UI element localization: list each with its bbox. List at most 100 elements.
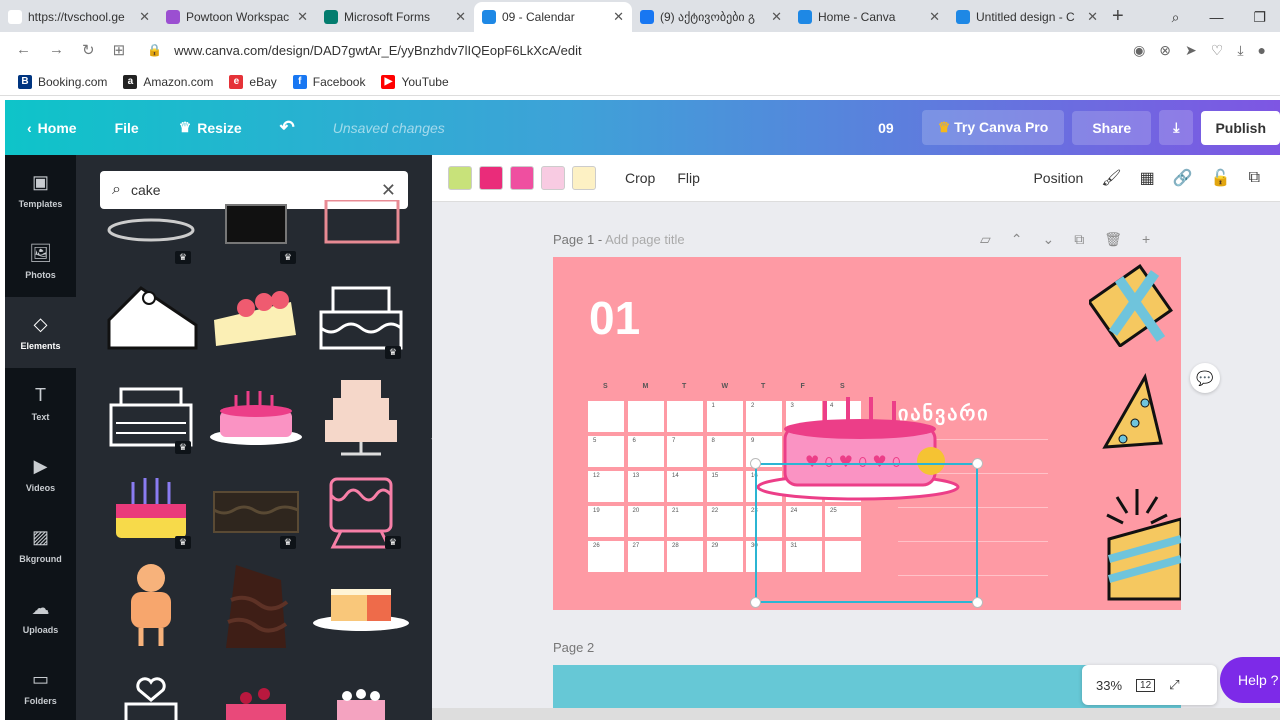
- fullscreen-icon[interactable]: ⤢: [1169, 677, 1179, 693]
- bookmark-item[interactable]: f Facebook: [292, 74, 365, 89]
- calendar-day-cell[interactable]: 1: [706, 401, 743, 432]
- link-icon[interactable]: 🔗: [1173, 168, 1193, 188]
- sidenav-item-bkground[interactable]: ▨ Bkground: [5, 510, 76, 581]
- close-tab-icon[interactable]: ✕: [771, 9, 782, 25]
- download-icon[interactable]: ⤓: [1237, 42, 1243, 59]
- send-icon[interactable]: ➤: [1185, 42, 1197, 59]
- note-icon[interactable]: ▱: [980, 231, 991, 248]
- calendar-day-cell[interactable]: 28: [667, 541, 703, 572]
- calendar-day-cell[interactable]: [627, 401, 664, 432]
- browser-tab[interactable]: Powtoon Workspac ✕: [158, 2, 316, 32]
- close-tab-icon[interactable]: ✕: [139, 9, 150, 25]
- resize-handle[interactable]: [750, 458, 761, 469]
- party-hat-element[interactable]: [1095, 363, 1165, 459]
- copy-page-icon[interactable]: ⧉: [1074, 231, 1084, 248]
- cake-element-strawberry-cheesecake[interactable]: [206, 275, 306, 365]
- sidenav-item-elements[interactable]: ◇ Elements: [5, 297, 76, 368]
- cake-element-hot-cocoa[interactable]: [311, 655, 411, 720]
- color-swatch[interactable]: [510, 166, 534, 190]
- lock-icon[interactable]: 🔒: [147, 43, 162, 57]
- share-button[interactable]: Share: [1072, 110, 1152, 145]
- calendar-day-cell[interactable]: 6: [627, 436, 664, 467]
- heart-icon[interactable]: ♡: [1211, 42, 1224, 59]
- forward-icon[interactable]: →: [49, 41, 64, 59]
- cake-element-heart-outline[interactable]: [101, 655, 201, 720]
- cake-element-candles[interactable]: ♛: [101, 465, 201, 555]
- file-menu-button[interactable]: File: [115, 120, 139, 136]
- cake-element-cupcake[interactable]: ♛: [206, 180, 306, 270]
- close-tab-icon[interactable]: ✕: [929, 9, 940, 25]
- close-tab-icon[interactable]: ✕: [297, 9, 308, 25]
- design-title[interactable]: 09: [878, 120, 894, 136]
- calendar-day-cell[interactable]: 20: [627, 506, 664, 537]
- cake-slice-element[interactable]: [1097, 479, 1181, 609]
- delete-page-icon[interactable]: 🗑: [1104, 231, 1122, 248]
- resize-button[interactable]: ♛ Resize: [179, 119, 242, 136]
- cake-element-pink-birthday[interactable]: [206, 370, 306, 460]
- close-tab-icon[interactable]: ✕: [613, 9, 624, 25]
- calendar-day-cell[interactable]: 19: [588, 506, 624, 537]
- cake-element-white-line[interactable]: ♛: [101, 370, 201, 460]
- position-button[interactable]: Position: [1033, 170, 1083, 186]
- sidenav-item-uploads[interactable]: ☁ Uploads: [5, 581, 76, 652]
- sidenav-item-templates[interactable]: ▣ Templates: [5, 155, 76, 226]
- calendar-day-cell[interactable]: 21: [667, 506, 703, 537]
- cake-element-plate[interactable]: ♛: [101, 180, 201, 270]
- calendar-day-cell[interactable]: 26: [588, 541, 624, 572]
- cake-element-chocolate-slice[interactable]: [206, 560, 306, 650]
- browser-tab[interactable]: Home - Canva ✕: [790, 2, 948, 32]
- page-grid-view-button[interactable]: 12: [1136, 678, 1156, 692]
- browser-tab[interactable]: https://tvschool.ge ✕: [0, 2, 158, 32]
- resize-handle[interactable]: [750, 597, 761, 608]
- close-tab-icon[interactable]: ✕: [455, 9, 466, 25]
- help-button[interactable]: Help ?: [1220, 657, 1280, 703]
- calendar-day-cell[interactable]: 5: [588, 436, 624, 467]
- cake-element-slice-outline[interactable]: [101, 275, 201, 365]
- move-up-icon[interactable]: ⌃: [1011, 231, 1023, 248]
- reload-icon[interactable]: ↻: [82, 41, 95, 59]
- download-button[interactable]: ⤓: [1159, 110, 1194, 145]
- calendar-day-cell[interactable]: 8: [706, 436, 743, 467]
- sidenav-item-videos[interactable]: ▶ Videos: [5, 439, 76, 510]
- profile-icon[interactable]: ●: [1258, 42, 1266, 59]
- cake-element-berry-cake[interactable]: [206, 655, 306, 720]
- cake-element-pink-drip[interactable]: ♛: [311, 465, 411, 555]
- sidenav-item-photos[interactable]: 🖼 Photos: [5, 226, 76, 297]
- minimize-button[interactable]: —: [1209, 9, 1223, 26]
- selection-box[interactable]: ⟳: [750, 458, 983, 608]
- zoom-level[interactable]: 33%: [1096, 678, 1122, 693]
- browser-search-icon[interactable]: ⌕: [1172, 9, 1180, 26]
- browser-tab[interactable]: Untitled design - C ✕: [948, 2, 1106, 32]
- cake-element-sponge-slice[interactable]: [311, 560, 411, 650]
- design-page-1[interactable]: 01 SMTWTFS123456789101112131415161718192…: [553, 257, 1181, 610]
- back-icon[interactable]: ←: [16, 41, 31, 59]
- browser-tab[interactable]: (9) აქტივობები გ ✕: [632, 2, 790, 32]
- calendar-day-cell[interactable]: 15: [706, 471, 743, 502]
- calendar-day-cell[interactable]: 13: [627, 471, 664, 502]
- bookmark-item[interactable]: e eBay: [229, 74, 277, 89]
- move-down-icon[interactable]: ⌄: [1043, 231, 1055, 248]
- flip-button[interactable]: Flip: [677, 170, 700, 186]
- sidenav-item-text[interactable]: T Text: [5, 368, 76, 439]
- calendar-day-cell[interactable]: [588, 401, 624, 432]
- add-page-title-input[interactable]: Add page title: [605, 232, 685, 247]
- sidenav-item-folders[interactable]: ▭ Folders: [5, 652, 76, 723]
- color-swatch[interactable]: [572, 166, 596, 190]
- bookmark-item[interactable]: ▶ YouTube: [381, 74, 449, 89]
- horizontal-scrollbar[interactable]: [432, 708, 1280, 720]
- try-canva-pro-button[interactable]: ♛ Try Canva Pro: [921, 110, 1065, 145]
- calendar-day-cell[interactable]: 7: [667, 436, 703, 467]
- duplicate-icon[interactable]: ⧉: [1249, 169, 1260, 187]
- comment-icon[interactable]: 💬: [1190, 363, 1220, 393]
- new-tab-button[interactable]: +: [1112, 5, 1124, 28]
- calendar-day-cell[interactable]: 12: [588, 471, 624, 502]
- url-input[interactable]: www.canva.com/design/DAD7gwtAr_E/yyBnzhd…: [174, 43, 582, 58]
- bookmark-item[interactable]: B Booking.com: [18, 74, 107, 89]
- cake-element-girl-character[interactable]: [101, 560, 201, 650]
- transparency-icon[interactable]: ▦: [1140, 168, 1155, 188]
- calendar-day-cell[interactable]: [667, 401, 703, 432]
- month-number[interactable]: 01: [589, 291, 640, 345]
- color-swatch[interactable]: [541, 166, 565, 190]
- add-page-icon[interactable]: +: [1142, 231, 1150, 248]
- color-swatch[interactable]: [479, 166, 503, 190]
